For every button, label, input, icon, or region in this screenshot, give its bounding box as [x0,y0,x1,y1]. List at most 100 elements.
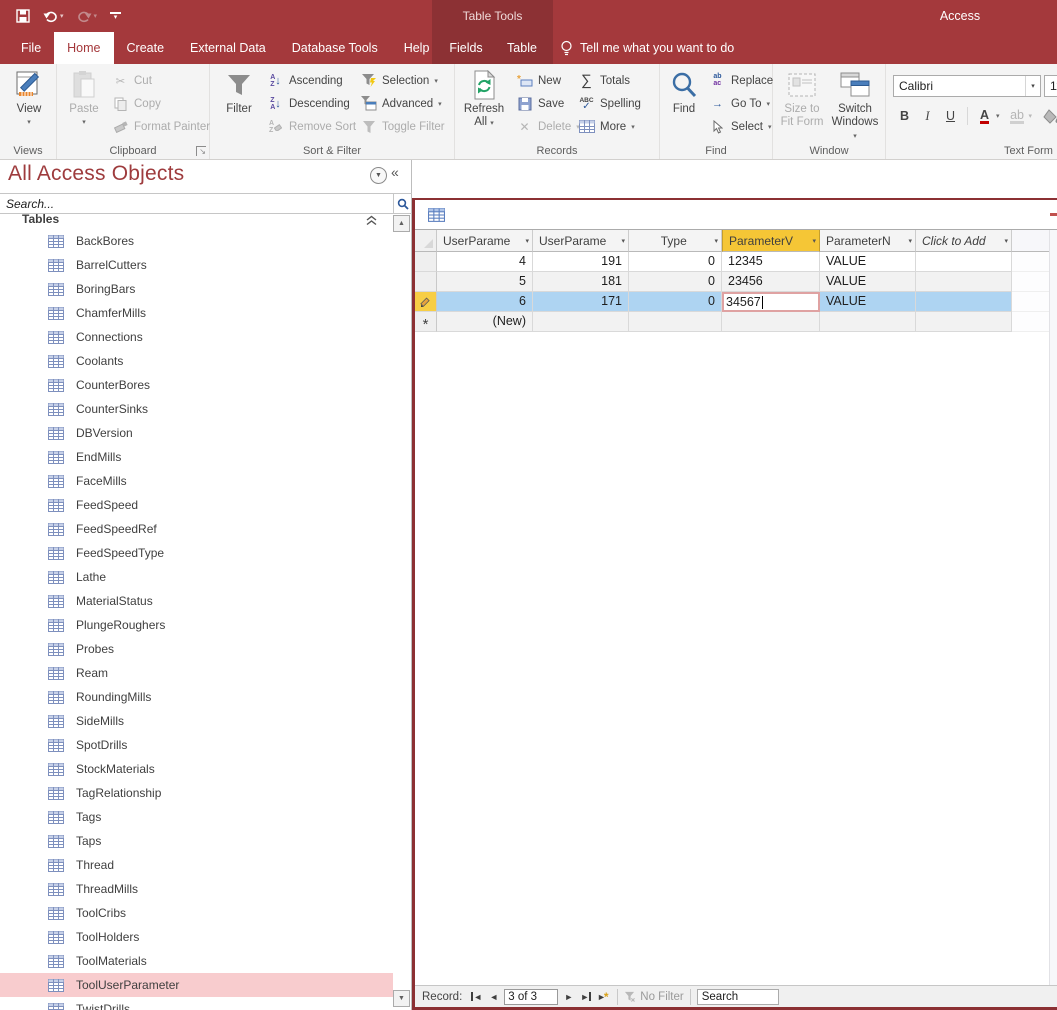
find-button[interactable]: Find [665,67,703,116]
font-name-select[interactable]: Calibri ▾ [893,75,1041,97]
chevron-down-icon[interactable]: ▾ [906,237,912,245]
sidebar-item-table[interactable]: StockMaterials [0,757,393,781]
sidebar-item-table[interactable]: TwistDrills [0,997,393,1010]
cell[interactable] [916,252,1012,272]
undo-button[interactable]: ▾ [43,10,64,23]
chevron-down-icon[interactable]: ▾ [810,237,816,245]
cell[interactable] [916,312,1012,332]
cell[interactable]: 0 [629,272,722,292]
tab-table[interactable]: Table [494,32,550,64]
filter-button[interactable]: Filter [218,67,260,116]
sidebar-item-table[interactable]: ThreadMills [0,877,393,901]
cell[interactable] [916,272,1012,292]
cell[interactable] [820,312,916,332]
sidebar-item-table[interactable]: DBVersion [0,421,393,445]
font-color-dropdown-icon[interactable]: ▾ [996,112,1000,120]
tab-create[interactable]: Create [114,32,178,64]
cell[interactable]: 12345 [722,252,820,272]
sidebar-item-table[interactable]: TagRelationship [0,781,393,805]
fill-color-button[interactable] [1040,105,1057,127]
sidebar-item-table[interactable]: PlungeRoughers [0,613,393,637]
select-button[interactable]: Select ▾ [706,115,776,138]
sidebar-item-table[interactable]: ToolUserParameter [0,973,393,997]
bold-button[interactable]: B [893,105,916,127]
cell[interactable] [629,312,722,332]
column-header-parametern[interactable]: ParameterN ▾ [820,230,916,252]
cell[interactable]: VALUE [820,252,916,272]
sidebar-item-table[interactable]: CounterBores [0,373,393,397]
document-tab-table-icon[interactable] [428,208,445,225]
sidebar-item-table[interactable]: RoundingMills [0,685,393,709]
tab-fields[interactable]: Fields [438,32,494,64]
sidebar-item-table[interactable]: ToolMaterials [0,949,393,973]
sidebar-item-table[interactable]: SpotDrills [0,733,393,757]
font-size-select[interactable]: 11 [1044,75,1057,97]
column-header-type[interactable]: Type ▾ [629,230,722,252]
record-first-button[interactable]: ◄ [468,989,485,1005]
record-last-button[interactable]: ► [577,989,594,1005]
font-name-dropdown-icon[interactable]: ▾ [1025,76,1040,96]
save-record-button[interactable]: Save [513,92,583,115]
sidebar-item-table[interactable]: Probes [0,637,393,661]
new-record-button[interactable]: * New [513,69,583,92]
record-next-button[interactable]: ► [560,989,577,1005]
document-close-icon[interactable] [1050,213,1057,216]
tables-collapse-icon[interactable] [366,215,377,229]
sidebar-item-table[interactable]: SideMills [0,709,393,733]
cell[interactable]: VALUE [820,292,916,312]
scroll-up-icon[interactable]: ▲ [393,215,410,232]
cell[interactable]: 23456 [722,272,820,292]
advanced-button[interactable]: Advanced ▾ [357,92,448,115]
sidebar-item-table[interactable]: FaceMills [0,469,393,493]
go-to-button[interactable]: → Go To ▾ [706,92,776,115]
column-header-parameterv[interactable]: ParameterV ▾ [722,230,820,252]
tab-file[interactable]: File [8,32,54,64]
cell[interactable]: (New) [437,312,533,332]
selection-button[interactable]: Selection ▾ [357,69,448,92]
refresh-all-button[interactable]: Refresh All ▾ [460,67,508,130]
save-button[interactable] [16,9,30,23]
more-button[interactable]: More ▾ [575,115,644,138]
filter-status[interactable]: No Filter [624,991,684,1003]
column-header-userparame-2[interactable]: UserParame ▾ [533,230,629,252]
sidebar-item-table[interactable]: Coolants [0,349,393,373]
replace-button[interactable]: ab ac Replace [706,69,776,92]
sidebar-item-table[interactable]: FeedSpeed [0,493,393,517]
column-header-click-to-add[interactable]: Click to Add ▾ [916,230,1012,252]
sidebar-item-table[interactable]: ToolCribs [0,901,393,925]
chevron-down-icon[interactable]: ▾ [712,237,718,245]
chevron-down-icon[interactable]: ▾ [619,237,625,245]
sidebar-item-table[interactable]: Taps [0,829,393,853]
sidebar-item-table[interactable]: BackBores [0,229,393,253]
new-row-selector[interactable]: * [415,312,437,332]
tab-database-tools[interactable]: Database Tools [279,32,391,64]
sidebar-item-table[interactable]: BarrelCutters [0,253,393,277]
chevron-down-icon[interactable]: ▾ [523,237,529,245]
font-color-button[interactable]: A [973,105,996,127]
cell[interactable]: 191 [533,252,629,272]
clipboard-dialog-launcher-icon[interactable]: ↘ [196,146,206,156]
row-selector[interactable] [415,272,437,292]
scroll-down-icon[interactable]: ▼ [393,990,410,1007]
row-selector[interactable] [415,252,437,272]
undo-dropdown-icon[interactable]: ▾ [60,12,64,20]
record-position-box[interactable] [504,988,559,1005]
italic-button[interactable]: I [916,105,939,127]
sidebar-item-table[interactable]: Thread [0,853,393,877]
cell[interactable]: 6 [437,292,533,312]
cell[interactable] [722,312,820,332]
nav-pane-menu-icon[interactable]: ▼ [370,167,387,184]
sidebar-item-table[interactable]: ChamferMills [0,301,393,325]
underline-button[interactable]: U [939,105,962,127]
tab-help[interactable]: Help [391,32,443,64]
cell[interactable]: VALUE [820,272,916,292]
cell[interactable]: 5 [437,272,533,292]
tab-external-data[interactable]: External Data [177,32,279,64]
sidebar-item-table[interactable]: MaterialStatus [0,589,393,613]
row-selector-editing[interactable] [415,292,437,312]
cell[interactable]: 171 [533,292,629,312]
cell[interactable]: 0 [629,252,722,272]
sidebar-item-table[interactable]: Lathe [0,565,393,589]
spelling-button[interactable]: ABC ✓ Spelling [575,92,644,115]
descending-button[interactable]: Z A ↓ Descending [264,92,359,115]
